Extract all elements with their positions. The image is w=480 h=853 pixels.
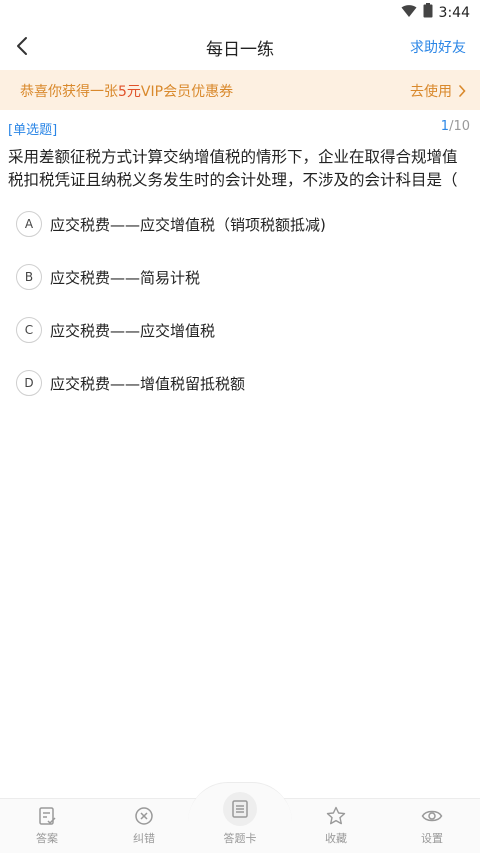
tab-label: 设置 — [421, 832, 443, 845]
battery-icon — [423, 3, 433, 22]
error-correction-icon — [135, 807, 153, 825]
question-type: [单选题] — [8, 123, 58, 138]
banner-text-highlight: 5元 — [118, 84, 141, 100]
tab-label: 答题卡 — [223, 832, 257, 845]
use-coupon-button[interactable]: 去使用 — [410, 81, 466, 101]
tab-error-correction[interactable]: 纠错 — [114, 806, 174, 846]
option-a[interactable]: A 应交税费——应交增值税（销项税额抵减) — [16, 208, 466, 240]
question-line-2: 税扣税凭证且纳税义务发生时的会计处理，不涉及的会计科目是（ — [8, 171, 458, 189]
option-letter: A — [16, 211, 42, 237]
star-icon — [326, 806, 346, 825]
tab-settings[interactable]: 设置 — [402, 806, 462, 846]
banner-text: 恭喜你获得一张5元VIP会员优惠券 — [20, 81, 233, 101]
answer-icon — [39, 807, 56, 825]
page-title: 每日一练 — [206, 40, 274, 60]
tab-answer[interactable]: 答案 — [17, 806, 77, 846]
answer-card-icon — [232, 800, 248, 818]
tab-favorite[interactable]: 收藏 — [306, 806, 366, 846]
option-letter: D — [16, 370, 42, 396]
banner-text-suffix: VIP会员优惠券 — [140, 84, 234, 100]
tab-label: 纠错 — [133, 832, 155, 845]
option-letter: B — [16, 264, 42, 290]
banner-text-prefix: 恭喜你获得一张 — [20, 84, 118, 100]
option-c[interactable]: C 应交税费——应交增值税 — [16, 314, 466, 346]
status-icons: 3:44 — [401, 3, 470, 22]
coupon-banner[interactable]: 恭喜你获得一张5元VIP会员优惠券 去使用 — [0, 70, 480, 110]
chevron-right-icon — [459, 85, 466, 97]
question-progress: 1/10 — [441, 119, 470, 134]
question-line-1: 采用差额征税方式计算交纳增值税的情形下，企业在取得合规增值 — [8, 148, 458, 166]
tab-label: 收藏 — [325, 832, 347, 845]
use-coupon-label: 去使用 — [410, 84, 452, 100]
option-b[interactable]: B 应交税费——简易计税 — [16, 261, 466, 293]
option-text: 应交税费——应交增值税（销项税额抵减) — [50, 215, 326, 234]
answer-card-circle — [223, 792, 257, 826]
option-d[interactable]: D 应交税费——增值税留抵税额 — [16, 367, 466, 399]
option-text: 应交税费——增值税留抵税额 — [50, 374, 246, 393]
progress-current: 1 — [440, 119, 450, 134]
tab-label: 答案 — [36, 832, 58, 845]
question-text: 采用差额征税方式计算交纳增值税的情形下，企业在取得合规增值 税扣税凭证且纳税义务… — [8, 146, 478, 192]
eye-icon — [421, 810, 443, 822]
tab-answer-card[interactable]: 答题卡 — [210, 792, 270, 846]
ask-friend-button[interactable]: 求助好友 — [410, 37, 466, 57]
status-bar: 3:44 — [0, 0, 480, 24]
option-text: 应交税费——简易计税 — [50, 268, 201, 287]
option-letter: C — [16, 317, 42, 343]
option-text: 应交税费——应交增值税 — [50, 321, 216, 340]
nav-bar: 每日一练 求助好友 — [0, 24, 480, 68]
wifi-icon — [401, 3, 417, 22]
progress-total: /10 — [449, 119, 470, 134]
status-time: 3:44 — [438, 4, 470, 21]
